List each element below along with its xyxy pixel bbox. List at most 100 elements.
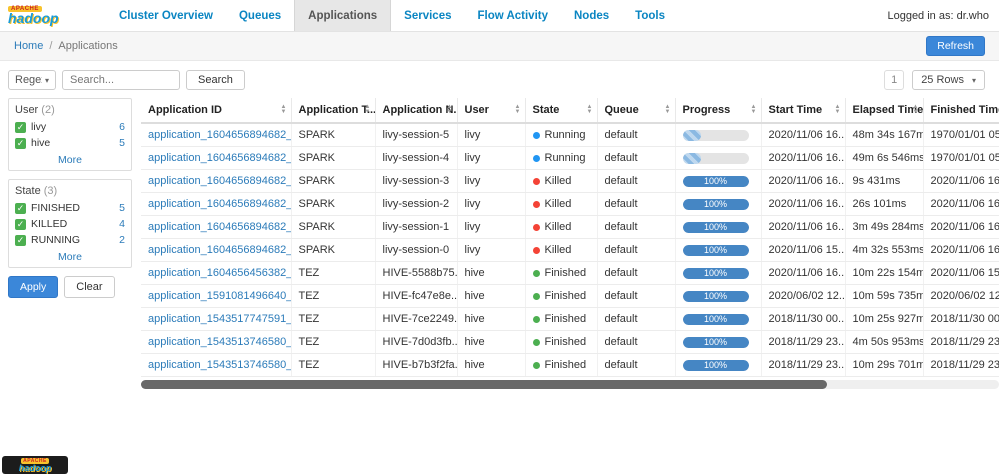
state-filter-item-killed[interactable]: ✓KILLED4 [15, 216, 125, 232]
state-filter-item-running[interactable]: ✓RUNNING2 [15, 232, 125, 248]
cell-application-name: livy-session-5 [375, 123, 457, 147]
column-header-label: Queue [605, 104, 639, 116]
cell-user: hive [457, 262, 525, 285]
column-header-label: User [465, 104, 489, 116]
column-header-user[interactable]: User ▲▼ [457, 98, 525, 123]
cell-queue: default [597, 123, 675, 147]
application-id-link[interactable]: application_1604656894682_0002 [148, 221, 291, 233]
state-label: Finished [545, 313, 587, 325]
nav-item-nodes[interactable]: Nodes [561, 0, 622, 31]
table-row[interactable]: application_1543513746580_0002TEZHIVE-7d… [141, 331, 999, 354]
nav-item-queues[interactable]: Queues [226, 0, 294, 31]
cell-state: Finished [525, 354, 597, 377]
sort-icon[interactable]: ▲▼ [365, 105, 371, 115]
sort-icon[interactable]: ▲▼ [751, 105, 757, 115]
cell-queue: default [597, 285, 675, 308]
cell-user: hive [457, 354, 525, 377]
sort-icon[interactable]: ▲▼ [281, 105, 287, 115]
checkbox-checked-icon[interactable]: ✓ [15, 219, 26, 230]
horizontal-scrollbar[interactable] [141, 380, 999, 389]
sort-icon[interactable]: ▲▼ [587, 105, 593, 115]
table-row[interactable]: application_1604656894682_0006SPARKlivy-… [141, 123, 999, 147]
cell-finished-time: 2020/11/06 16... [923, 170, 999, 193]
checkbox-checked-icon[interactable]: ✓ [15, 122, 26, 133]
cell-queue: default [597, 193, 675, 216]
breadcrumb-bar: Home/Applications Refresh [0, 32, 999, 61]
filter-item-label: hive [31, 137, 50, 149]
application-id-link[interactable]: application_1604656894682_0001 [148, 244, 291, 256]
cell-progress [675, 147, 761, 170]
sort-icon[interactable]: ▲▼ [515, 105, 521, 115]
table-row[interactable]: application_1604656894682_0004SPARKlivy-… [141, 170, 999, 193]
refresh-button[interactable]: Refresh [926, 36, 985, 56]
nav-item-cluster-overview[interactable]: Cluster Overview [106, 0, 226, 31]
progress-label: 100% [683, 360, 749, 371]
search-input[interactable] [62, 70, 180, 90]
application-id-link[interactable]: application_1604656894682_0006 [148, 129, 291, 141]
user-more-link[interactable]: More [15, 151, 125, 168]
logged-in-text: Logged in as: dr.who [887, 0, 989, 31]
application-id-link[interactable]: application_1543513746580_0002 [148, 336, 291, 348]
nav-item-services[interactable]: Services [391, 0, 464, 31]
clear-button[interactable]: Clear [64, 276, 114, 298]
column-header-state[interactable]: State ▲▼ [525, 98, 597, 123]
table-row[interactable]: application_1604656456382_0001TEZHIVE-55… [141, 262, 999, 285]
user-filter-item-livy[interactable]: ✓livy6 [15, 119, 125, 135]
application-id-link[interactable]: application_1604656894682_0003 [148, 198, 291, 210]
cell-application-type: TEZ [291, 262, 375, 285]
sort-icon[interactable]: ▲▼ [665, 105, 671, 115]
cell-start-time: 2020/11/06 16... [761, 123, 845, 147]
column-header-elapsed-time[interactable]: Elapsed Time▲▼ [845, 98, 923, 123]
progress-bar: 100% [683, 199, 749, 210]
search-button[interactable]: Search [186, 70, 245, 90]
table-row[interactable]: application_1604656894682_0005SPARKlivy-… [141, 147, 999, 170]
sort-icon[interactable]: ▲▼ [913, 105, 919, 115]
table-row[interactable]: application_1591081496640_0001TEZHIVE-fc… [141, 285, 999, 308]
cell-finished-time: 2018/11/30 00... [923, 308, 999, 331]
rows-per-page-dropdown[interactable]: 25 Rows ▾ [912, 70, 985, 90]
column-header-finished-time[interactable]: Finished Time▲▼ [923, 98, 999, 123]
breadcrumb-home-link[interactable]: Home [14, 40, 43, 52]
application-id-link[interactable]: application_1604656894682_0005 [148, 152, 291, 164]
page-number-button[interactable]: 1 [884, 70, 904, 90]
regex-dropdown[interactable]: Regex ▾ [8, 70, 56, 90]
user-filter-item-hive[interactable]: ✓hive5 [15, 135, 125, 151]
application-id-link[interactable]: application_1543513746580_0001 [148, 359, 291, 371]
state-label: Running [545, 129, 586, 141]
column-header-queue[interactable]: Queue ▲▼ [597, 98, 675, 123]
application-id-link[interactable]: application_1591081496640_0001 [148, 290, 291, 302]
cell-state: Finished [525, 262, 597, 285]
cell-start-time: 2020/11/06 16... [761, 170, 845, 193]
application-id-link[interactable]: application_1604656456382_0001 [148, 267, 291, 279]
column-header-start-time[interactable]: Start Time▲▼ [761, 98, 845, 123]
cell-user: livy [457, 216, 525, 239]
nav-item-flow-activity[interactable]: Flow Activity [465, 0, 562, 31]
column-header-application-id[interactable]: Application ID▲▼ [141, 98, 291, 123]
progress-label: 100% [683, 337, 749, 348]
table-row[interactable]: application_1543513746580_0001TEZHIVE-b7… [141, 354, 999, 377]
column-header-application-n-[interactable]: Application N...▲▼ [375, 98, 457, 123]
checkbox-checked-icon[interactable]: ✓ [15, 235, 26, 246]
column-header-progress[interactable]: Progress▲▼ [675, 98, 761, 123]
sort-icon[interactable]: ▲▼ [447, 105, 453, 115]
state-filter-item-finished[interactable]: ✓FINISHED5 [15, 200, 125, 216]
cell-queue: default [597, 308, 675, 331]
column-header-label: State [533, 104, 560, 116]
nav-item-tools[interactable]: Tools [622, 0, 678, 31]
nav-item-applications[interactable]: Applications [294, 0, 391, 31]
table-row[interactable]: application_1543517747591_0001TEZHIVE-7c… [141, 308, 999, 331]
scrollbar-thumb[interactable] [141, 380, 827, 389]
user-filter-title: User (2) [15, 102, 125, 119]
sort-icon[interactable]: ▲▼ [835, 105, 841, 115]
table-row[interactable]: application_1604656894682_0001SPARKlivy-… [141, 239, 999, 262]
checkbox-checked-icon[interactable]: ✓ [15, 203, 26, 214]
column-header-application-t-[interactable]: Application T...▲▼ [291, 98, 375, 123]
checkbox-checked-icon[interactable]: ✓ [15, 138, 26, 149]
apply-button[interactable]: Apply [8, 276, 58, 298]
cell-application-id: application_1543517747591_0001 [141, 308, 291, 331]
table-row[interactable]: application_1604656894682_0002SPARKlivy-… [141, 216, 999, 239]
table-row[interactable]: application_1604656894682_0003SPARKlivy-… [141, 193, 999, 216]
application-id-link[interactable]: application_1543517747591_0001 [148, 313, 291, 325]
state-more-link[interactable]: More [15, 248, 125, 265]
application-id-link[interactable]: application_1604656894682_0004 [148, 175, 291, 187]
